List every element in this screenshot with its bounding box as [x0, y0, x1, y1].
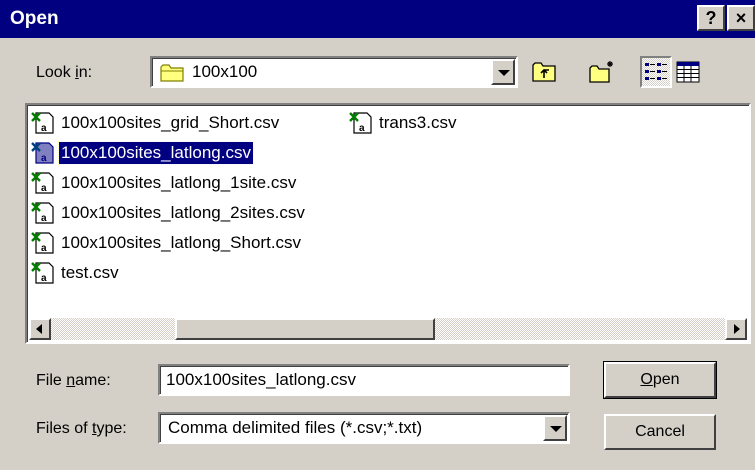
file-item[interactable]: a 100x100sites_latlong_Short.csv — [31, 231, 303, 255]
details-view-icon — [676, 61, 700, 83]
scroll-right-button[interactable] — [725, 318, 747, 340]
help-button[interactable]: ? — [697, 5, 725, 31]
details-view-button[interactable] — [672, 56, 704, 88]
cancel-button-label: Cancel — [635, 423, 685, 440]
cancel-button[interactable]: Cancel — [604, 414, 716, 450]
look-in-dropdown[interactable]: 100x100 — [150, 56, 518, 88]
csv-file-icon: a — [349, 112, 372, 134]
help-icon: ? — [705, 7, 717, 28]
file-list[interactable]: a 100x100sites_grid_Short.csv a 100x100s… — [25, 103, 751, 344]
look-in-value: 100x100 — [192, 62, 258, 81]
file-type-label: Files of type: — [36, 420, 127, 437]
file-item[interactable]: a 100x100sites_latlong_2sites.csv — [31, 201, 307, 225]
svg-text:a: a — [41, 123, 47, 134]
scroll-left-button[interactable] — [29, 318, 51, 340]
svg-text:a: a — [359, 123, 365, 134]
file-item[interactable]: a trans3.csv — [349, 111, 458, 135]
csv-file-icon: a — [31, 112, 54, 134]
title-bar: Open ? × — [0, 0, 755, 38]
close-icon: × — [735, 7, 747, 28]
new-folder-icon — [589, 61, 613, 83]
csv-file-icon: a — [31, 262, 54, 284]
list-view-icon — [645, 63, 667, 80]
file-type-dropdown-button[interactable] — [543, 415, 567, 441]
file-item[interactable]: a test.csv — [31, 261, 121, 285]
svg-text:a: a — [41, 153, 47, 164]
up-one-level-button[interactable] — [528, 56, 560, 88]
file-type-dropdown[interactable]: Comma delimited files (*.csv;*.txt) — [158, 412, 570, 444]
file-type-value: Comma delimited files (*.csv;*.txt) — [168, 418, 423, 437]
window-title: Open — [10, 8, 59, 29]
svg-text:a: a — [41, 243, 47, 254]
csv-file-icon: a — [31, 202, 54, 224]
open-button[interactable]: Open — [603, 361, 717, 399]
horizontal-scrollbar[interactable] — [29, 318, 747, 340]
file-name-field[interactable] — [158, 364, 570, 396]
csv-file-icon: a — [31, 172, 54, 194]
svg-text:a: a — [41, 183, 47, 194]
csv-file-icon: a — [31, 232, 54, 254]
scrollbar-thumb[interactable] — [175, 318, 435, 340]
file-name-label: File name: — [36, 372, 111, 389]
file-name-input[interactable] — [160, 366, 568, 394]
svg-text:a: a — [41, 273, 47, 284]
folder-icon — [160, 64, 184, 82]
list-view-button[interactable] — [640, 56, 672, 88]
open-button-label: Open — [640, 371, 680, 388]
create-new-folder-button[interactable] — [586, 56, 618, 88]
file-item[interactable]: a 100x100sites_latlong_1site.csv — [31, 171, 298, 195]
svg-text:a: a — [41, 213, 47, 224]
look-in-dropdown-button[interactable] — [491, 59, 515, 85]
file-item[interactable]: a 100x100sites_grid_Short.csv — [31, 111, 281, 135]
look-in-label: Look in: — [36, 64, 93, 81]
close-button[interactable]: × — [727, 5, 755, 31]
up-folder-icon — [532, 62, 556, 82]
csv-file-icon: a — [31, 142, 54, 164]
file-item-selected[interactable]: a 100x100sites_latlong.csv — [31, 141, 254, 165]
